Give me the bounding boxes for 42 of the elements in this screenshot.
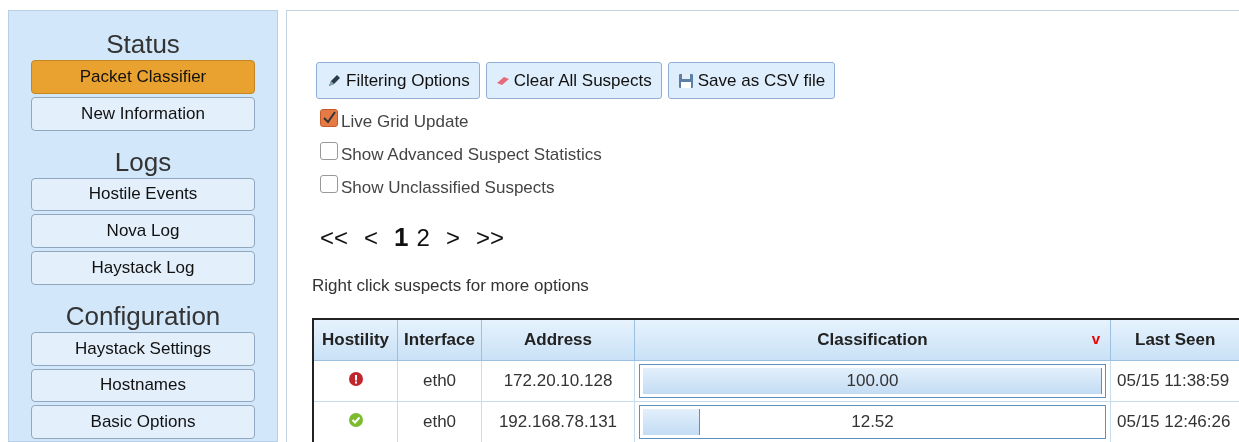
nav-button[interactable]: Haystack Settings [31,331,255,366]
checkbox[interactable] [320,141,338,160]
column-header[interactable]: Interface [397,319,482,361]
pager-arrow[interactable]: >> [475,224,504,252]
checkbox-label: Show Unclassified Suspects [341,177,555,198]
checkbox[interactable] [320,174,338,193]
check-icon [348,413,363,427]
table-cell: 172.20.10.128 [481,360,635,402]
section-heading: Logs [114,146,172,177]
toolbar-button[interactable]: Save as CSV file [667,62,836,99]
nav-button[interactable]: Nova Log [31,214,255,248]
checkbox-label: Show Advanced Suspect Statistics [341,144,602,165]
sort-indicator: v [1091,330,1100,347]
alert-icon [348,372,363,386]
pager-arrow[interactable]: > [445,224,460,252]
nav-button[interactable]: New Information [31,96,255,131]
toolbar-button[interactable]: Clear All Suspects [485,62,662,99]
column-header[interactable]: Hostility [313,319,398,361]
pager-arrow[interactable]: < [364,224,379,252]
page-link[interactable]: 1 [394,222,409,253]
pager-arrow[interactable]: << [320,224,349,252]
pen-icon [326,72,342,89]
column-title: Classification [817,330,928,350]
column-header[interactable]: Classification v [634,319,1111,361]
nav-button[interactable]: Hostnames [31,368,255,403]
nav-button[interactable]: Haystack Log [31,251,255,285]
nav-button[interactable]: Basic Options [31,405,255,439]
column-header[interactable]: Last Seen [1110,319,1239,361]
classification-value: 100.00 [846,371,899,391]
section-heading: Configuration [65,300,221,331]
checkbox[interactable] [320,108,338,127]
checkbox-label: Live Grid Update [341,111,469,132]
nav-button[interactable]: Hostile Events [31,177,255,212]
toolbar-button[interactable]: Filtering Options [316,62,480,99]
classification-value: 12.52 [851,412,894,432]
column-header[interactable]: Address [481,319,635,361]
eraser-icon [495,75,510,86]
page-link[interactable]: 2 [416,224,430,252]
table-cell: eth0 [397,360,482,402]
nav-button[interactable]: Packet Classifier [31,60,255,94]
section-heading: Status [106,29,180,59]
hint-text: Right click suspects for more options [312,276,590,296]
